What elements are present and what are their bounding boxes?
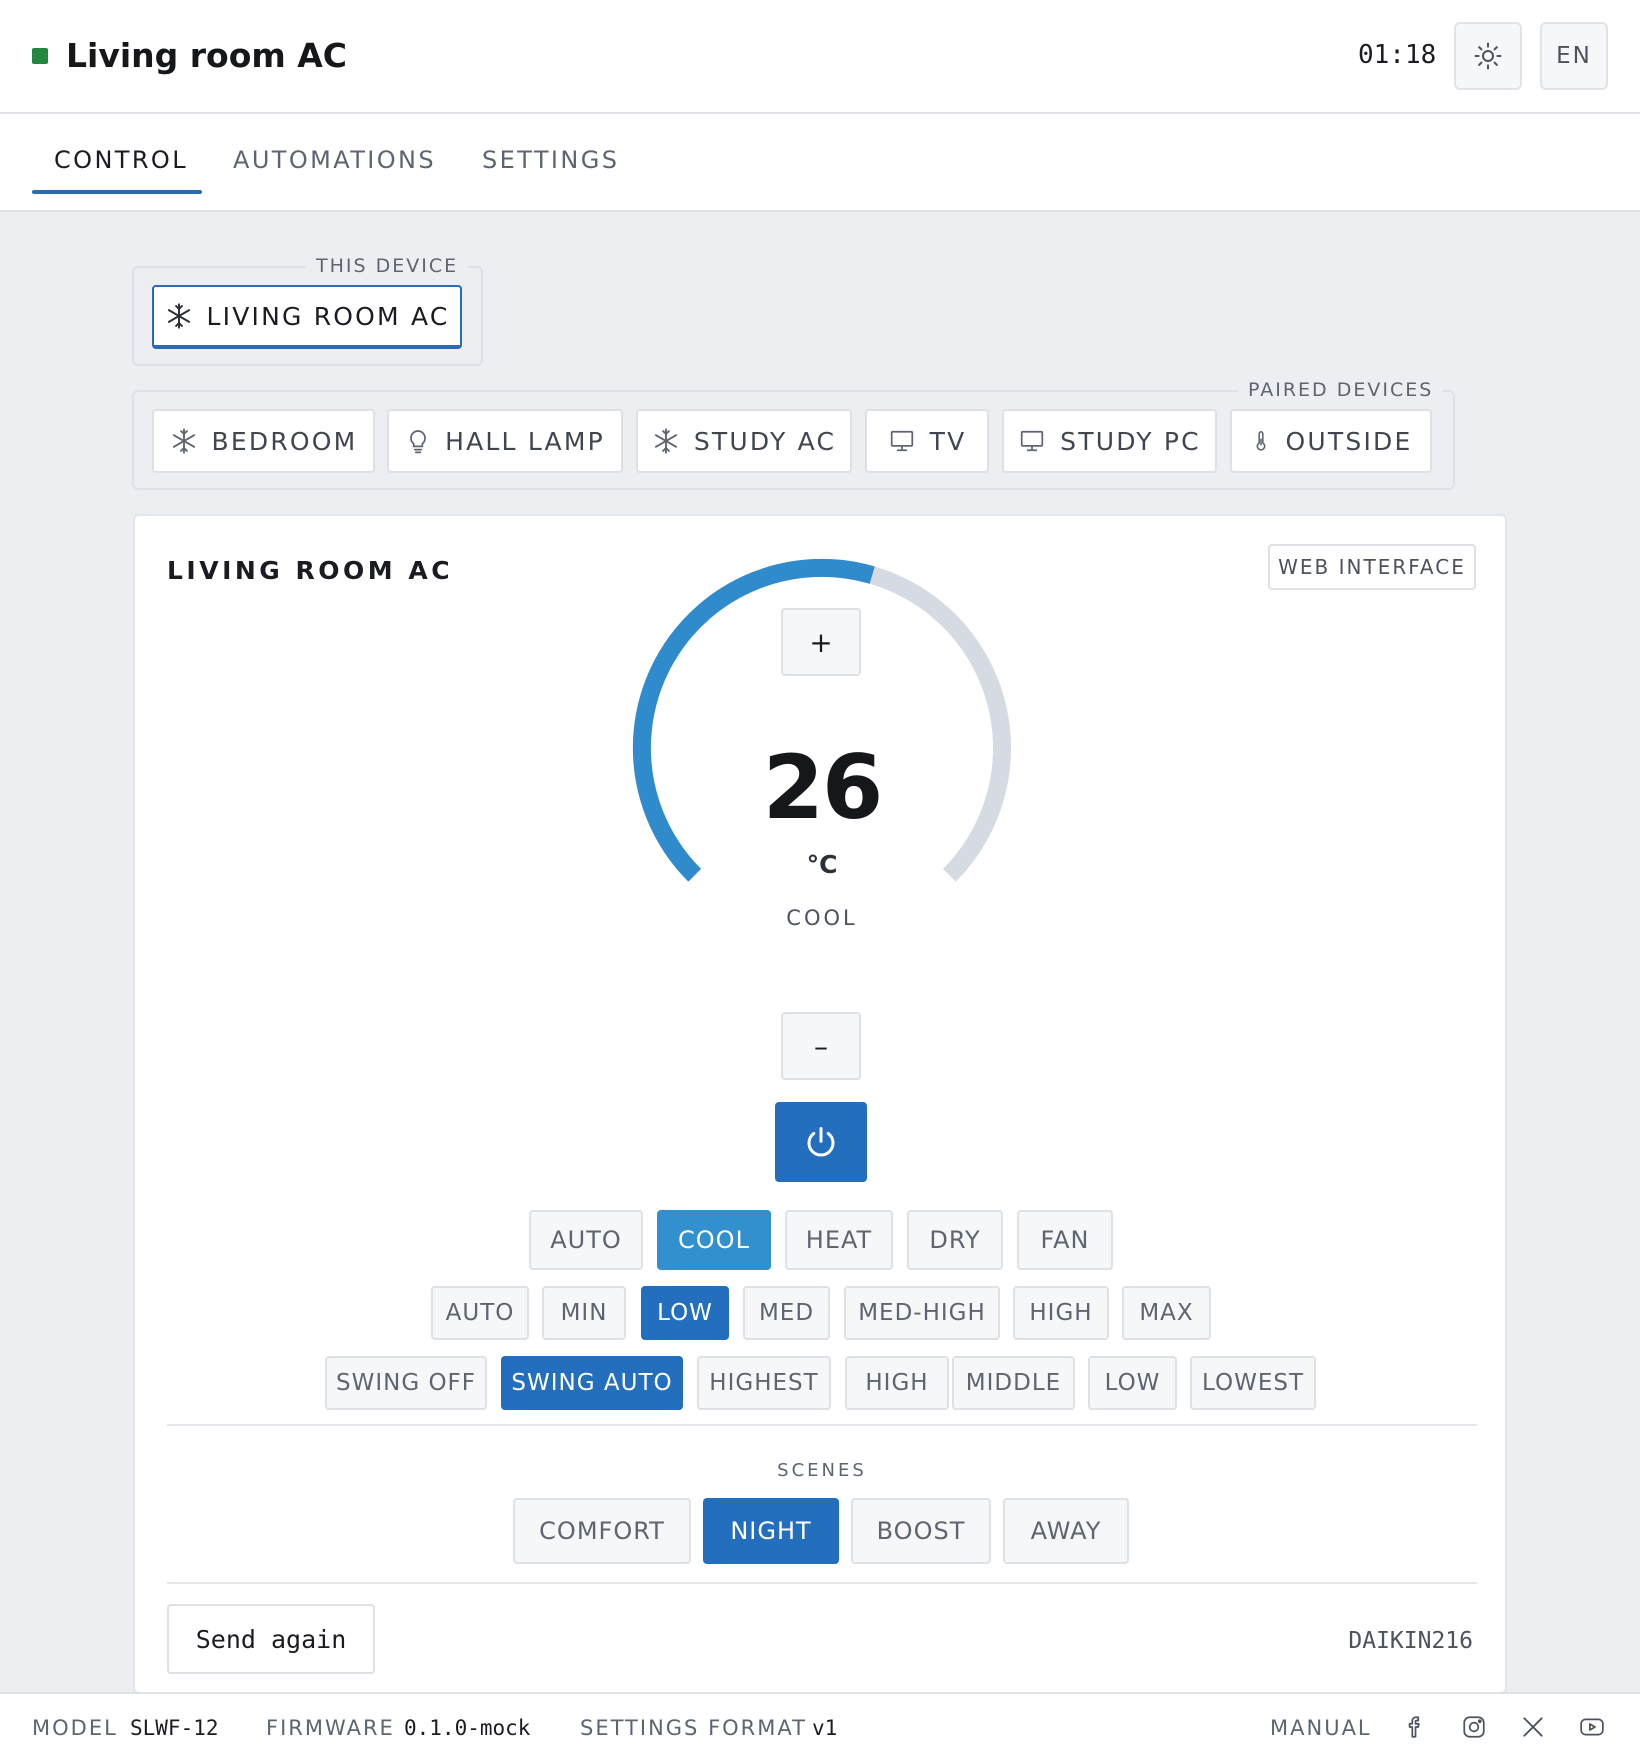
device-button-label: STUDY PC [1060,426,1201,456]
mode-cool-button[interactable]: COOL [657,1210,771,1270]
send-again-button[interactable]: Send again [167,1604,375,1674]
device-button-label: OUTSIDE [1285,426,1413,456]
mode-dry-button[interactable]: DRY [907,1210,1003,1270]
protocol-label: DAIKIN216 [1348,1628,1473,1654]
device-button-label: TV [929,426,967,456]
fan-med-button[interactable]: MED [743,1286,830,1340]
x-icon[interactable] [1518,1712,1548,1742]
scene-night-button[interactable]: NIGHT [703,1498,839,1564]
tab-bar: CONTROL AUTOMATIONS SETTINGS [0,114,1640,212]
snowflake-icon [172,428,195,454]
fan-high-button[interactable]: HIGH [1013,1286,1109,1340]
divider [167,1424,1477,1426]
tab-automations[interactable]: AUTOMATIONS [233,146,436,174]
settings-format-label: SETTINGS FORMAT [580,1716,807,1740]
temperature-unit: °C [806,850,838,879]
facebook-icon[interactable] [1400,1712,1430,1742]
active-tab-indicator [32,190,202,194]
scene-away-button[interactable]: AWAY [1003,1498,1129,1564]
model-label: MODEL [32,1716,118,1740]
temperature-value: 26 [762,736,883,839]
thermometer-icon [1256,431,1265,451]
monitor-icon [1020,430,1044,452]
this-device-group: THIS DEVICE LIVING ROOM AC [132,255,483,366]
tab-settings[interactable]: SETTINGS [482,146,619,174]
device-card: LIVING ROOM AC WEB INTERFACE + 26 °C COO… [133,514,1507,1694]
swing-off-button[interactable]: SWING OFF [325,1356,487,1410]
swing-highest-button[interactable]: HIGHEST [697,1356,831,1410]
fan-min-button[interactable]: MIN [542,1286,626,1340]
decrease-temperature-button[interactable]: – [781,1012,861,1080]
tab-control[interactable]: CONTROL [54,146,188,174]
increase-temperature-button[interactable]: + [781,608,861,676]
power-icon [807,1127,835,1157]
manual-link[interactable]: MANUAL [1270,1716,1372,1740]
device-button-tv[interactable]: TV [865,409,989,473]
paired-devices-legend: PAIRED DEVICES [1238,379,1444,401]
model-value: SLWF-12 [130,1716,219,1740]
device-button-bedroom[interactable]: BEDROOM [152,409,375,473]
lightbulb-icon [410,430,427,454]
this-device-legend: THIS DEVICE [306,255,469,277]
power-button[interactable] [775,1102,867,1182]
device-button-label: BEDROOM [211,426,358,456]
monitor-icon [890,430,913,452]
device-button-outside[interactable]: OUTSIDE [1230,409,1432,473]
swing-high-button[interactable]: HIGH [845,1356,949,1410]
fan-med-high-button[interactable]: MED-HIGH [844,1286,1000,1340]
fan-low-button[interactable]: LOW [641,1286,729,1340]
scene-boost-button[interactable]: BOOST [851,1498,991,1564]
firmware-label: FIRMWARE [266,1716,395,1740]
snowflake-icon [654,428,677,454]
fan-max-button[interactable]: MAX [1122,1286,1211,1340]
snowflake-icon [167,303,190,329]
scene-comfort-button[interactable]: COMFORT [513,1498,691,1564]
scenes-heading: SCENES [777,1460,867,1481]
sun-icon [1474,42,1502,70]
mode-heat-button[interactable]: HEAT [785,1210,893,1270]
instagram-icon[interactable] [1459,1712,1489,1742]
swing-auto-button[interactable]: SWING AUTO [501,1356,683,1410]
swing-middle-button[interactable]: MIDDLE [952,1356,1075,1410]
page-title: Living room AC [66,36,348,75]
mode-fan-button[interactable]: FAN [1017,1210,1113,1270]
device-button-label: HALL LAMP [445,426,605,456]
paired-devices-group: PAIRED DEVICES BEDROOM HALL LAMP STUDY A… [132,379,1455,490]
footer: MODEL SLWF-12 FIRMWARE 0.1.0-mock SETTIN… [0,1692,1640,1760]
swing-lowest-button[interactable]: LOWEST [1190,1356,1316,1410]
device-button-study-ac[interactable]: STUDY AC [636,409,852,473]
clock: 01:18 [1358,40,1437,70]
swing-low-button[interactable]: LOW [1088,1356,1177,1410]
device-button-living-room-ac[interactable]: LIVING ROOM AC [152,285,462,349]
theme-toggle-button[interactable] [1454,22,1522,90]
app-header: Living room AC 01:18 EN [0,0,1640,114]
device-button-label: STUDY AC [693,426,837,456]
status-indicator [32,48,48,64]
current-mode-label: COOL [786,906,858,930]
settings-format-value: v1 [812,1716,838,1740]
firmware-value: 0.1.0-mock [404,1716,531,1740]
mode-auto-button[interactable]: AUTO [529,1210,643,1270]
divider [167,1582,1477,1584]
youtube-icon[interactable] [1577,1712,1607,1742]
device-button-study-pc[interactable]: STUDY PC [1002,409,1217,473]
device-button-label: LIVING ROOM AC [206,301,450,331]
device-button-hall-lamp[interactable]: HALL LAMP [387,409,623,473]
fan-auto-button[interactable]: AUTO [431,1286,529,1340]
language-button[interactable]: EN [1540,22,1608,90]
